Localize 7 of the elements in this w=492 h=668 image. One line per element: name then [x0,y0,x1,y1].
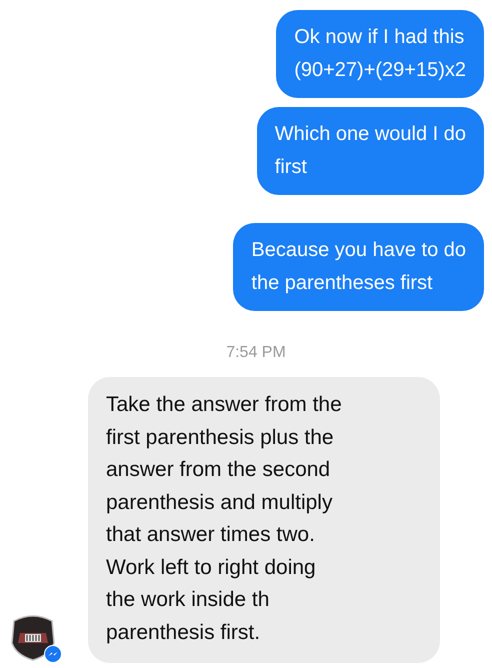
sent-message: Because you have to do the parentheses first [233,223,484,311]
badge-icon [10,613,56,661]
timestamp: 7:54 PM [226,343,286,363]
sent-message: Which one would I do first [256,107,484,195]
received-message: Take the answer from the first parenthesis plus the answer from the second parenthesis and multiply that answer times two. Work left to right doing the work inside th parenthesis first. [88,377,440,663]
messenger-icon [44,645,62,663]
sent-message: Ok now if I had this (90+27)+(29+15)x2 [276,10,484,98]
